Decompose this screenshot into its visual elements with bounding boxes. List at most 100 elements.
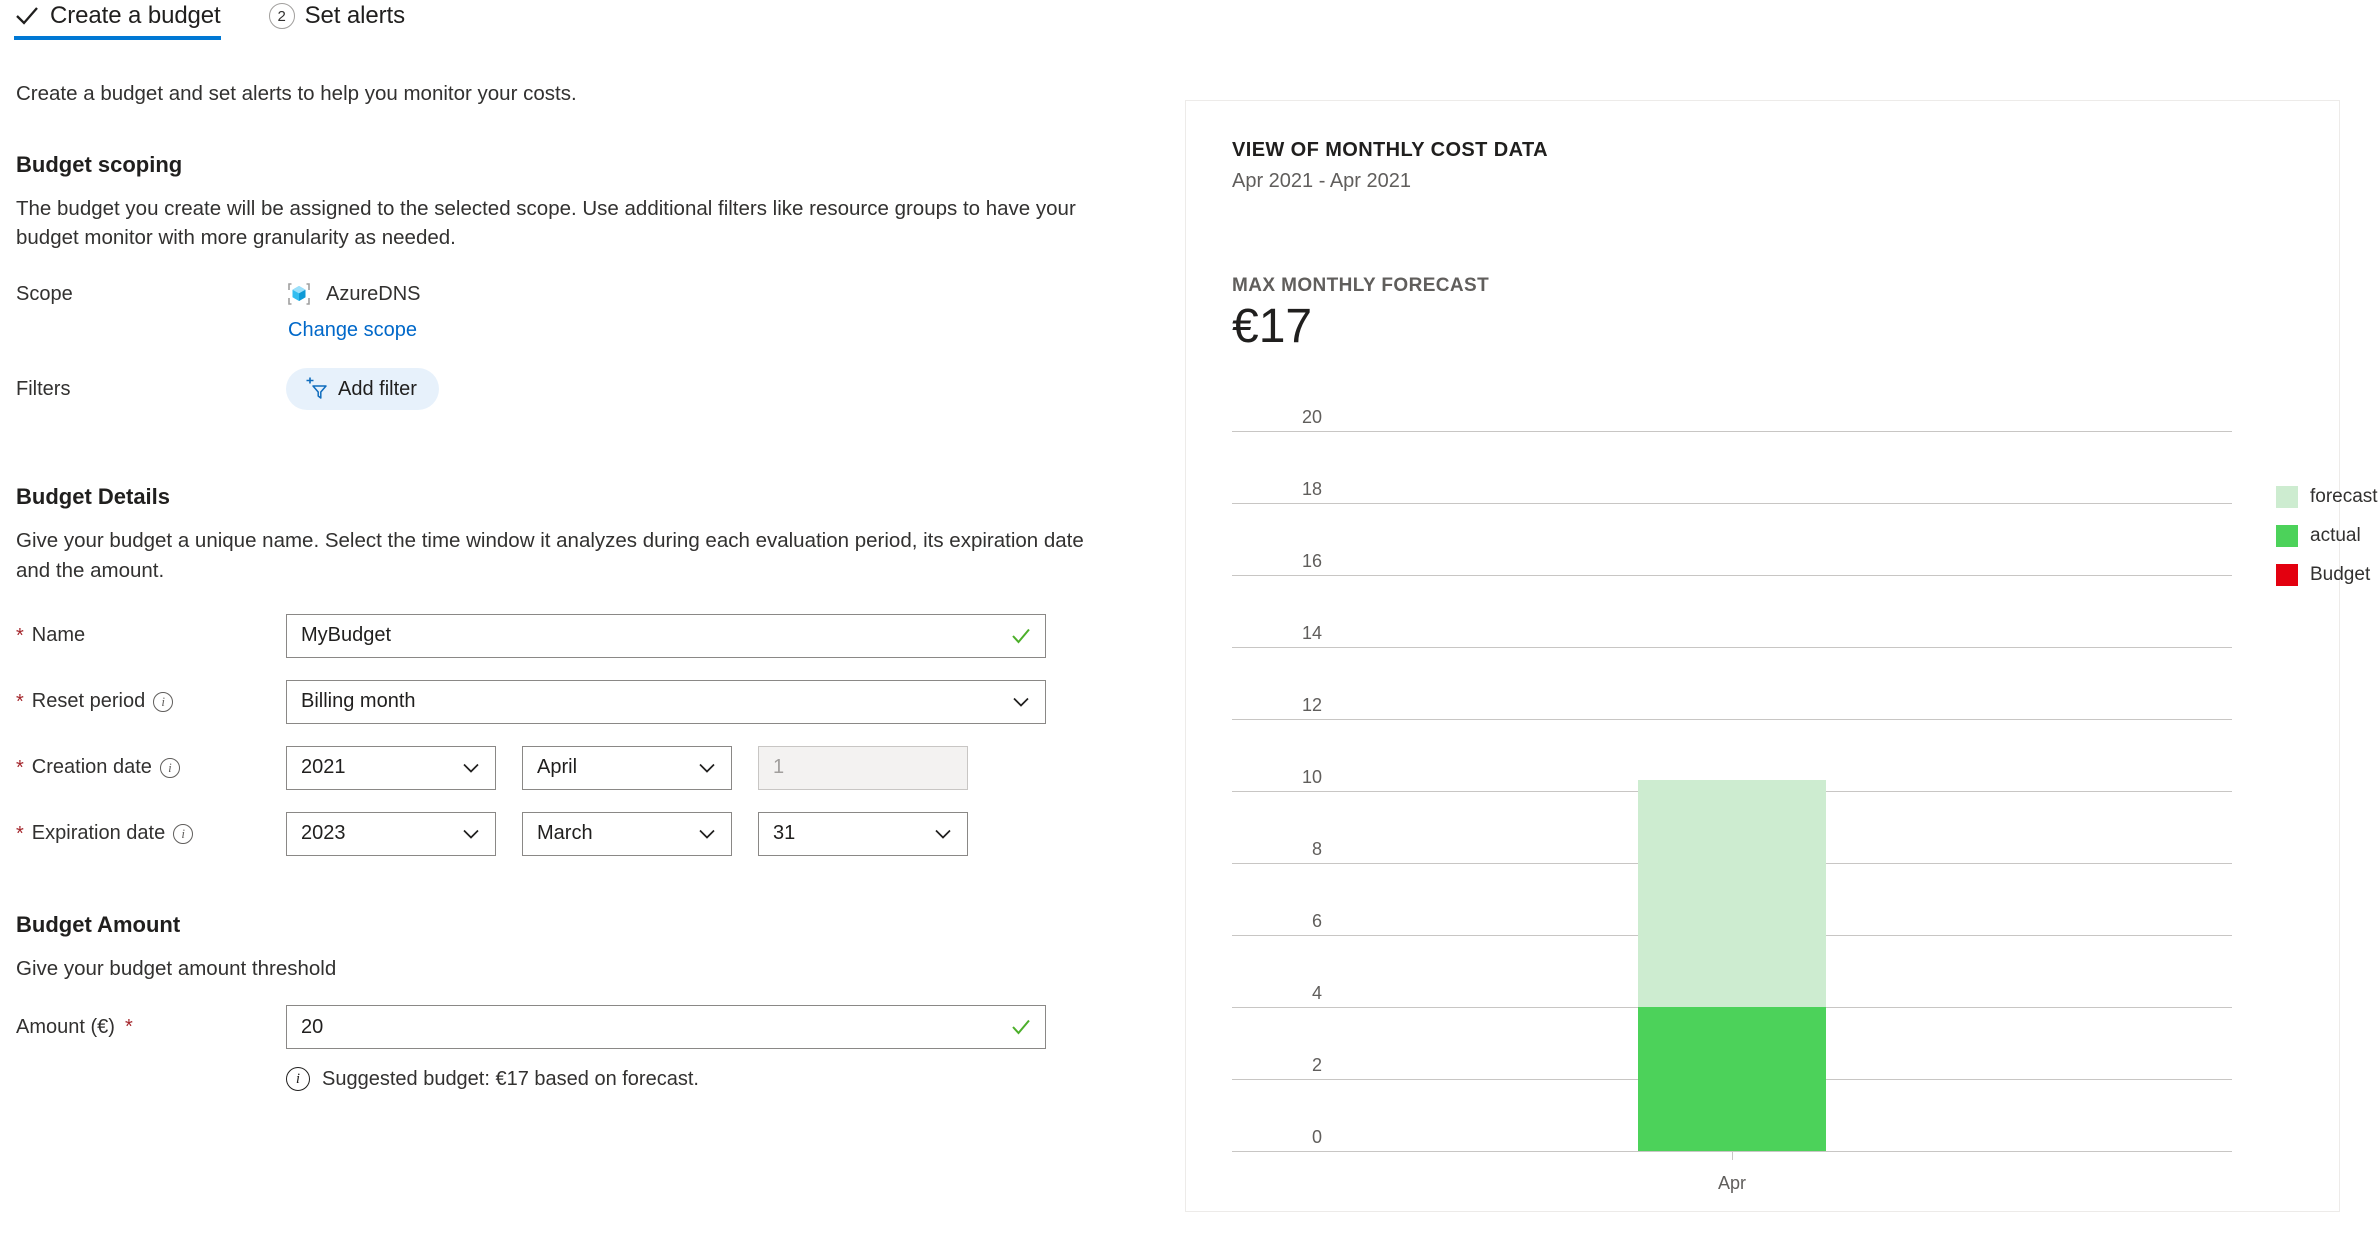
- creation-year-value: 2021: [301, 756, 346, 779]
- y-axis-tick-label: 18: [1301, 479, 1322, 499]
- filters-label: Filters: [16, 377, 71, 400]
- budget-amount-title: Budget Amount: [16, 911, 181, 937]
- legend-label: actual: [2310, 525, 2361, 546]
- budget-amount-description: Give your budget amount threshold: [16, 956, 337, 980]
- amount-label: Amount (€) *: [16, 1016, 286, 1039]
- budget-scoping-description: The budget you create will be assigned t…: [16, 196, 1076, 250]
- required-indicator: *: [16, 756, 24, 779]
- expiration-day-value: 31: [773, 822, 796, 845]
- cost-forecast-card: VIEW OF MONTHLY COST DATA Apr 2021 - Apr…: [1185, 100, 2378, 1212]
- amount-row: Amount (€) *: [16, 1005, 1160, 1050]
- tab-set-alerts[interactable]: 2 Set alerts: [268, 0, 419, 30]
- y-axis-tick-label: 16: [1301, 551, 1322, 571]
- chevron-down-icon: [463, 763, 479, 773]
- budget-details-section: Budget Details Give your budget a unique…: [0, 484, 1160, 856]
- add-filter-button[interactable]: Add filter: [286, 368, 439, 411]
- name-row: * Name: [16, 613, 1160, 658]
- expiration-month-select[interactable]: March: [522, 811, 732, 856]
- name-input[interactable]: [286, 613, 1046, 658]
- change-scope-link[interactable]: Change scope: [286, 319, 420, 342]
- tab-set-alerts-label: Set alerts: [304, 2, 406, 29]
- chart-gridline: [1232, 647, 2232, 648]
- reset-period-select[interactable]: Billing month: [286, 679, 1046, 724]
- chart-bar-segment-forecast: [1638, 780, 1826, 1007]
- chevron-down-icon: [699, 829, 715, 839]
- expiration-month-value: March: [537, 822, 593, 845]
- y-axis-tick-label: 0: [1311, 1127, 1322, 1147]
- chevron-down-icon: [935, 829, 951, 839]
- creation-day-value: 1: [773, 756, 785, 779]
- expiration-year-value: 2023: [301, 822, 346, 845]
- legend-item[interactable]: forecast: [2276, 486, 2378, 508]
- suggested-budget-text: Suggested budget: €17 based on forecast.: [322, 1067, 699, 1090]
- info-icon[interactable]: i: [153, 691, 174, 712]
- scope-row: Scope AzureDNS Change scope: [16, 281, 1160, 342]
- budget-details-title: Budget Details: [16, 484, 171, 510]
- required-indicator: *: [124, 1016, 133, 1039]
- chart-gridline: [1232, 431, 2232, 432]
- x-axis-tick-label: Apr: [1717, 1173, 1746, 1193]
- creation-month-select[interactable]: April: [522, 745, 732, 790]
- chart-bar-segment-actual: [1638, 1007, 1826, 1151]
- y-axis-tick-label: 20: [1301, 407, 1322, 427]
- bar-chart-plot-area: 20 18 16 14 12 10 8 6 4 2 0 Apr: [1232, 407, 2232, 1193]
- y-axis-tick-label: 10: [1301, 767, 1322, 787]
- legend-swatch: [2276, 525, 2298, 547]
- required-indicator: *: [16, 624, 24, 647]
- creation-day-field: 1: [758, 745, 968, 790]
- x-axis-tickmark: [1732, 1151, 1733, 1160]
- azure-resource-cube-icon: [288, 283, 310, 305]
- expiration-year-select[interactable]: 2023: [286, 811, 496, 856]
- creation-date-label-text: Creation date: [31, 756, 152, 779]
- y-axis-tick-label: 2: [1311, 1055, 1322, 1075]
- required-indicator: *: [16, 690, 24, 713]
- name-input-wrapper: [286, 613, 1046, 658]
- expiration-date-label: * Expiration date i: [16, 822, 286, 845]
- info-icon[interactable]: i: [159, 757, 180, 778]
- y-axis-tick-label: 4: [1311, 983, 1322, 1003]
- budget-scoping-section: Budget scoping The budget you create wil…: [0, 152, 1160, 411]
- expiration-day-select[interactable]: 31: [758, 811, 968, 856]
- chart-gridline: [1232, 503, 2232, 504]
- tab-create-a-budget[interactable]: Create a budget: [14, 0, 235, 40]
- creation-date-label: * Creation date i: [16, 756, 286, 779]
- chevron-down-icon: [463, 829, 479, 839]
- chart-subtitle: Apr 2021 - Apr 2021: [1232, 170, 1412, 192]
- creation-date-row: * Creation date i 2021 April 1: [16, 745, 1160, 790]
- active-tab-underline: [14, 36, 221, 40]
- budget-details-description: Give your budget a unique name. Select t…: [16, 529, 1084, 582]
- info-icon[interactable]: i: [173, 823, 194, 844]
- amount-input-wrapper: [286, 1005, 1046, 1050]
- chart-gridline: [1232, 575, 2232, 576]
- chart-bar-stack[interactable]: [1638, 780, 1826, 1151]
- creation-month-value: April: [537, 756, 578, 779]
- legend-item[interactable]: actual: [2276, 525, 2378, 547]
- legend-swatch: [2276, 564, 2298, 586]
- suggested-budget-hint: i Suggested budget: €17 based on forecas…: [286, 1067, 1160, 1092]
- legend-label: Budget: [2310, 564, 2371, 585]
- scope-label: Scope: [16, 283, 73, 306]
- creation-year-select[interactable]: 2021: [286, 745, 496, 790]
- y-axis-tick-label: 6: [1311, 911, 1322, 931]
- legend-item[interactable]: Budget: [2276, 564, 2378, 586]
- amount-label-text: Amount (€): [16, 1015, 115, 1038]
- amount-input[interactable]: [286, 1005, 1046, 1050]
- reset-period-label-text: Reset period: [31, 690, 146, 713]
- name-label-text: Name: [31, 624, 86, 647]
- chart-header: VIEW OF MONTHLY COST DATA Apr 2021 - Apr…: [1186, 101, 2339, 193]
- tab-create-a-budget-label: Create a budget: [50, 2, 221, 29]
- budget-form-pane: Create a budget and set alerts to help y…: [0, 80, 1160, 1092]
- add-filter-label: Add filter: [338, 377, 417, 400]
- info-icon: i: [286, 1067, 310, 1092]
- valid-check-icon: [1012, 1020, 1030, 1035]
- reset-period-value: Billing month: [301, 690, 416, 713]
- chevron-down-icon: [699, 763, 715, 773]
- max-monthly-forecast-label: MAX MONTHLY FORECAST: [1232, 275, 1490, 296]
- expiration-date-label-text: Expiration date: [31, 822, 166, 845]
- wizard-step-tabs: Create a budget 2 Set alerts: [0, 0, 419, 56]
- reset-period-row: * Reset period i Billing month: [16, 679, 1160, 724]
- filters-row: Filters Add filter: [16, 368, 1160, 411]
- expiration-date-row: * Expiration date i 2023 March 31: [16, 811, 1160, 856]
